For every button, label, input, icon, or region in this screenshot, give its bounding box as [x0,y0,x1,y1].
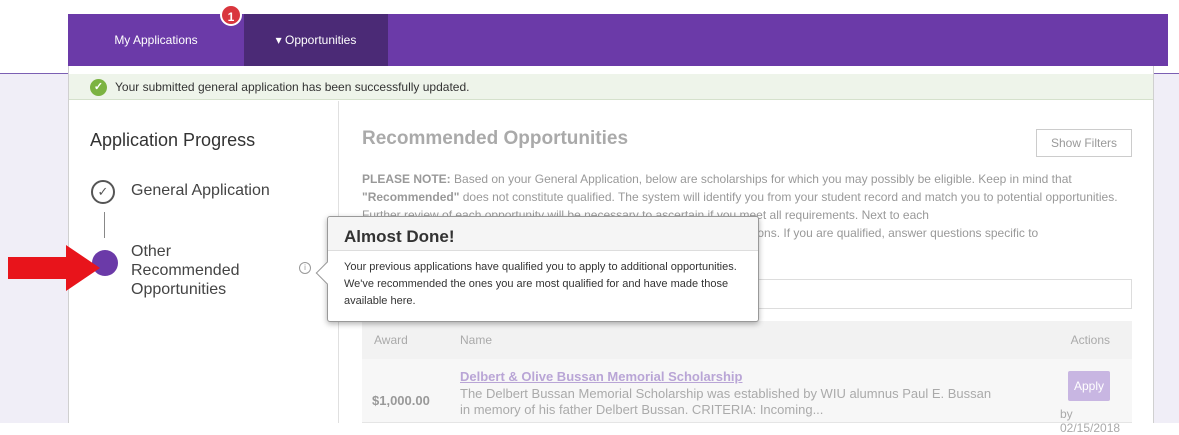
note-prefix: PLEASE NOTE: [362,172,451,186]
scholarship-description: The Delbert Bussan Memorial Scholarship … [460,386,992,417]
notification-badge: 1 [220,4,242,26]
popover-header: Almost Done! [328,217,758,251]
tab-my-applications[interactable]: My Applications [68,14,244,66]
success-alert: Your submitted general application has b… [69,74,1153,100]
info-icon[interactable]: i [299,262,311,274]
header-award: Award [374,333,408,347]
header-name: Name [460,333,493,347]
note-recommended: "Recommended" [362,190,460,204]
scholarship-link[interactable]: Delbert & Olive Bussan Memorial Scholars… [460,369,742,384]
page-title: Recommended Opportunities [362,128,629,149]
checkmark-icon: ✓ [91,180,115,204]
apply-button[interactable]: Apply [1068,371,1110,401]
check-circle-icon: ✓ [90,79,107,96]
step-other-opportunities[interactable]: Other Recommended Opportunities [131,242,281,299]
deadline-text: by 02/15/2018 [1060,407,1121,435]
annotation-arrow-icon [8,245,100,291]
step-general-application[interactable]: General Application [131,182,270,200]
popover-body: Your previous applications have qualifie… [344,261,737,307]
note-text: Based on your General Application, below… [450,172,1072,186]
progress-title: Application Progress [90,130,256,150]
popover-title: Almost Done! [344,227,455,246]
table-header: Award Name Actions [362,321,1132,359]
tab-opportunities[interactable]: ▾ Opportunities [244,14,388,66]
show-filters-button[interactable]: Show Filters [1036,129,1132,157]
award-amount: $1,000.00 [372,393,430,408]
header-actions: Actions [1070,333,1110,347]
almost-done-popover: Almost Done! Your previous applications … [315,216,759,322]
table-row: $1,000.00 Delbert & Olive Bussan Memoria… [362,359,1132,435]
step-connector [104,212,105,238]
